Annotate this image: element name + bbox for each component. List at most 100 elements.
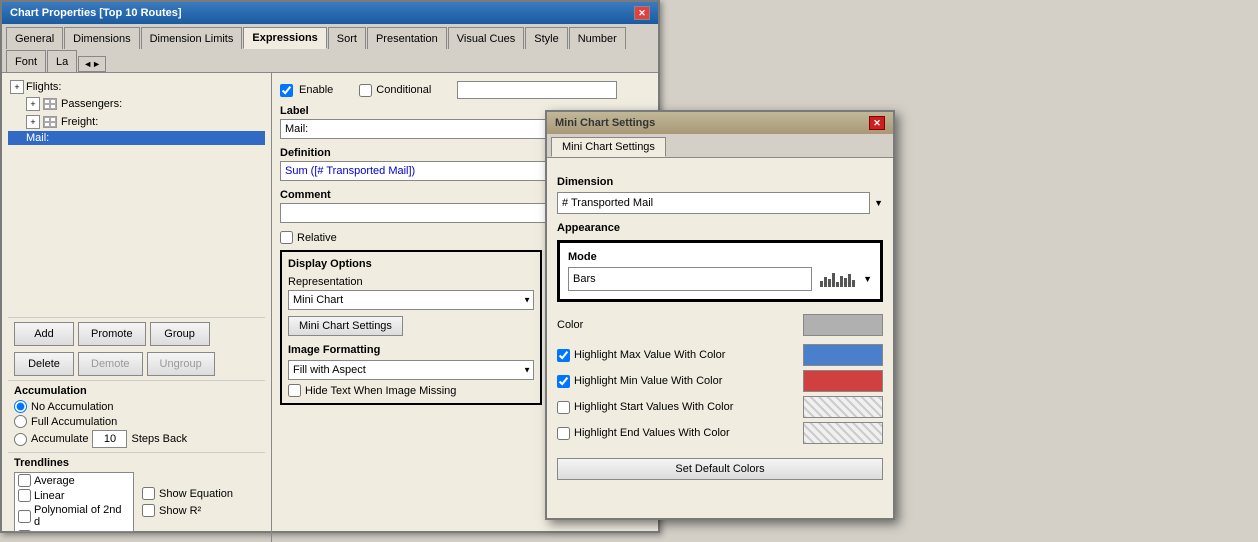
highlight-min-label: Highlight Min Value With Color (574, 375, 722, 387)
fill-option-select[interactable]: Fill with Aspect (288, 360, 534, 380)
tree-item-mail[interactable]: Mail: (8, 131, 265, 145)
trendlines-list[interactable]: Average Linear Polynomial of 2nd d (14, 472, 134, 532)
ungroup-button[interactable]: Ungroup (147, 352, 215, 376)
tab-font[interactable]: Font (6, 50, 46, 72)
conditional-label: Conditional (376, 84, 431, 96)
tab-presentation[interactable]: Presentation (367, 27, 447, 49)
tree-item-flights[interactable]: + Flights: (8, 79, 265, 95)
trendline-linear[interactable]: Linear (15, 488, 133, 503)
group-button[interactable]: Group (150, 322, 210, 346)
accumulation-section: Accumulation No Accumulation Full Accumu… (8, 380, 265, 452)
expander-passengers[interactable]: + (26, 97, 40, 111)
show-equation-check[interactable] (142, 487, 155, 500)
table-icon-freight (42, 114, 58, 130)
conditional-input[interactable] (457, 81, 617, 99)
accumulate-label: Accumulate (31, 433, 88, 445)
set-default-colors-button[interactable]: Set Default Colors (557, 458, 883, 480)
highlight-start-label-row: Highlight Start Values With Color (557, 401, 733, 414)
tab-number[interactable]: Number (569, 27, 626, 49)
mode-select[interactable]: Bars (568, 267, 812, 291)
highlight-start-checkbox[interactable] (557, 401, 570, 414)
highlight-min-color-box[interactable] (803, 370, 883, 392)
tab-dimension-limits[interactable]: Dimension Limits (141, 27, 243, 49)
highlight-start-color-box[interactable] (803, 396, 883, 418)
trendline-linear-check[interactable] (18, 489, 31, 502)
hide-text-checkbox[interactable] (288, 384, 301, 397)
hide-text-label: Hide Text When Image Missing (305, 385, 456, 397)
relative-label: Relative (297, 232, 337, 244)
tab-sort[interactable]: Sort (328, 27, 366, 49)
expander-flights[interactable]: + (10, 80, 24, 94)
trendline-average[interactable]: Average (15, 473, 133, 488)
mini-dialog-tabs: Mini Chart Settings (547, 134, 893, 158)
tree-item-freight[interactable]: + Freight: (8, 113, 265, 131)
mini-dialog-close-button[interactable]: ✕ (869, 116, 885, 130)
dimension-dropdown-row: # Transported Mail ▼ (557, 192, 883, 214)
highlight-end-row: Highlight End Values With Color (557, 422, 883, 444)
bars-icon (820, 271, 855, 287)
default-color-box[interactable] (803, 314, 883, 336)
trendline-average-label: Average (34, 475, 75, 487)
trendline-polynomial-2nd[interactable]: Polynomial of 2nd d (15, 503, 133, 529)
trendline-poly-other-label: Polynomial of ... (34, 531, 112, 533)
highlight-max-label: Highlight Max Value With Color (574, 349, 725, 361)
full-accumulation-radio[interactable] (14, 415, 27, 428)
representation-select[interactable]: Mini Chart (288, 290, 534, 310)
close-button[interactable]: ✕ (634, 6, 650, 20)
trendline-poly2-check[interactable] (18, 510, 31, 523)
expander-freight[interactable]: + (26, 115, 40, 129)
enable-checkbox[interactable] (280, 84, 293, 97)
highlight-max-checkbox[interactable] (557, 349, 570, 362)
add-button[interactable]: Add (14, 322, 74, 346)
mode-box: Mode Bars ▼ (557, 240, 883, 302)
trendlines-title: Trendlines (14, 457, 259, 469)
accumulate-row: Accumulate Steps Back (14, 430, 259, 448)
tree-item-passengers[interactable]: + Passengers: (8, 95, 265, 113)
tab-overflow[interactable]: ◄► (78, 56, 106, 72)
relative-checkbox[interactable] (280, 231, 293, 244)
window-title: Chart Properties [Top 10 Routes] (10, 7, 182, 19)
appearance-label: Appearance (557, 222, 883, 234)
mini-dialog-tab-settings[interactable]: Mini Chart Settings (551, 137, 666, 157)
highlight-max-color-box[interactable] (803, 344, 883, 366)
left-panel: + Flights: + Passengers: + (2, 73, 272, 542)
no-accumulation-radio[interactable] (14, 400, 27, 413)
enable-label: Enable (299, 84, 333, 96)
delete-button[interactable]: Delete (14, 352, 74, 376)
dimension-select-arrow: ▼ (874, 198, 883, 208)
color-section: Color Highlight Max Value With Color Hig… (557, 312, 883, 444)
tab-dimensions[interactable]: Dimensions (64, 27, 139, 49)
display-options-box: Display Options Representation Mini Char… (280, 250, 542, 405)
trendline-polynomial-other[interactable]: Polynomial of ... (15, 529, 133, 532)
tab-style[interactable]: Style (525, 27, 567, 49)
highlight-end-checkbox[interactable] (557, 427, 570, 440)
conditional-checkbox[interactable] (359, 84, 372, 97)
trendline-poly-other-check[interactable] (18, 530, 31, 532)
trendlines-section: Trendlines Average Linear Po (8, 452, 265, 536)
mode-select-arrow: ▼ (863, 274, 872, 284)
action-buttons-row1: Add Promote Group (8, 317, 265, 350)
tab-la[interactable]: La (47, 50, 77, 72)
full-accumulation-row: Full Accumulation (14, 415, 259, 428)
color-label: Color (557, 319, 583, 331)
color-row-default: Color (557, 312, 883, 338)
image-formatting-title: Image Formatting (288, 344, 534, 356)
dimension-select[interactable]: # Transported Mail (557, 192, 870, 214)
accumulation-title: Accumulation (14, 385, 259, 397)
tree-label-flights: Flights: (26, 81, 61, 93)
trendline-average-check[interactable] (18, 474, 31, 487)
tab-visual-cues[interactable]: Visual Cues (448, 27, 525, 49)
steps-back-label: Steps Back (131, 433, 187, 445)
promote-button[interactable]: Promote (78, 322, 146, 346)
highlight-min-checkbox[interactable] (557, 375, 570, 388)
accumulate-radio[interactable] (14, 433, 27, 446)
show-r2-check[interactable] (142, 504, 155, 517)
tab-general[interactable]: General (6, 27, 63, 49)
mini-chart-settings-button[interactable]: Mini Chart Settings (288, 316, 403, 336)
mini-dialog-titlebar: Mini Chart Settings ✕ (547, 112, 893, 134)
highlight-end-color-box[interactable] (803, 422, 883, 444)
tab-expressions[interactable]: Expressions (243, 27, 326, 49)
demote-button[interactable]: Demote (78, 352, 143, 376)
steps-input[interactable] (92, 430, 127, 448)
trendline-poly2-label: Polynomial of 2nd d (34, 504, 130, 528)
